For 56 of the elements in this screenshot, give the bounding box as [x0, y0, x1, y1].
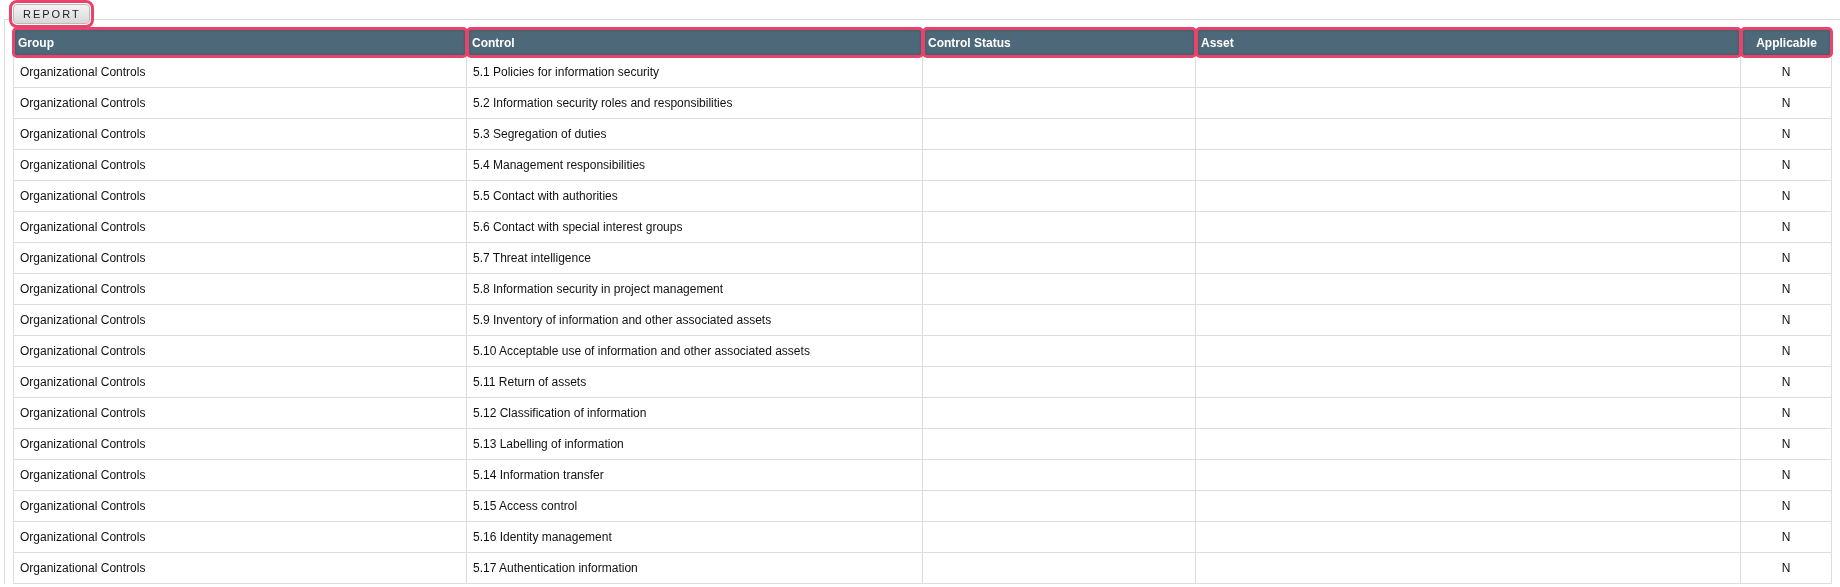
table-cell: Organizational Controls	[13, 491, 467, 522]
table-cell: N	[1741, 119, 1832, 150]
table-cell: Organizational Controls	[13, 305, 467, 336]
table-cell: Organizational Controls	[13, 274, 467, 305]
table-cell: 5.7 Threat intelligence	[467, 243, 923, 274]
table-cell: N	[1741, 305, 1832, 336]
table-cell: 5.3 Segregation of duties	[467, 119, 923, 150]
table-cell: 5.8 Information security in project management	[467, 274, 923, 305]
table-cell: 5.10 Acceptable use of information and other associated assets	[467, 336, 923, 367]
table-cell: 5.11 Return of assets	[467, 367, 923, 398]
table-cell: N	[1741, 429, 1832, 460]
table-cell: Organizational Controls	[13, 88, 467, 119]
table-cell: 5.6 Contact with special interest groups	[467, 212, 923, 243]
table-cell: Organizational Controls	[13, 522, 467, 553]
table-cell: Organizational Controls	[13, 460, 467, 491]
table-cell: Organizational Controls	[13, 429, 467, 460]
table-cell: 5.1 Policies for information security	[467, 57, 923, 88]
table-cell: Organizational Controls	[13, 57, 467, 88]
table-cell: 5.9 Inventory of information and other associated assets	[467, 305, 923, 336]
table-cell: Organizational Controls	[13, 243, 467, 274]
table-cell: N	[1741, 57, 1832, 88]
table-cell: N	[1741, 522, 1832, 553]
table-cell: 5.12 Classification of information	[467, 398, 923, 429]
table-cell: Organizational Controls	[13, 212, 467, 243]
table-cell: N	[1741, 336, 1832, 367]
table-cell: 5.16 Identity management	[467, 522, 923, 553]
table-cell: Organizational Controls	[13, 553, 467, 584]
table-cell: N	[1741, 212, 1832, 243]
column-header: Applicable	[1741, 28, 1832, 57]
table-cell: 5.5 Contact with authorities	[467, 181, 923, 212]
table-cell: N	[1741, 150, 1832, 181]
table-cell: Organizational Controls	[13, 367, 467, 398]
table-cell: 5.13 Labelling of information	[467, 429, 923, 460]
table-cell: N	[1741, 181, 1832, 212]
table-cell: Organizational Controls	[13, 150, 467, 181]
table-cell: N	[1741, 243, 1832, 274]
column-header: Control Status	[923, 28, 1196, 57]
table-cell: N	[1741, 460, 1832, 491]
column-header: Group	[13, 28, 467, 57]
table-cell: 5.17 Authentication information	[467, 553, 923, 584]
table-cell: 5.4 Management responsibilities	[467, 150, 923, 181]
table-cell: 5.2 Information security roles and responsibilities	[467, 88, 923, 119]
table-cell: N	[1741, 491, 1832, 522]
table-cell: N	[1741, 88, 1832, 119]
table-cell: Organizational Controls	[13, 336, 467, 367]
table-cell: 5.15 Access control	[467, 491, 923, 522]
column-header: Asset	[1196, 28, 1741, 57]
table-cell: N	[1741, 398, 1832, 429]
column-header: Control	[467, 28, 923, 57]
table-cell: Organizational Controls	[13, 398, 467, 429]
table-cell: Organizational Controls	[13, 119, 467, 150]
table-cell: N	[1741, 367, 1832, 398]
table-cell: N	[1741, 274, 1832, 305]
table-cell: Organizational Controls	[13, 181, 467, 212]
table-cell: N	[1741, 553, 1832, 584]
table-cell: 5.14 Information transfer	[467, 460, 923, 491]
